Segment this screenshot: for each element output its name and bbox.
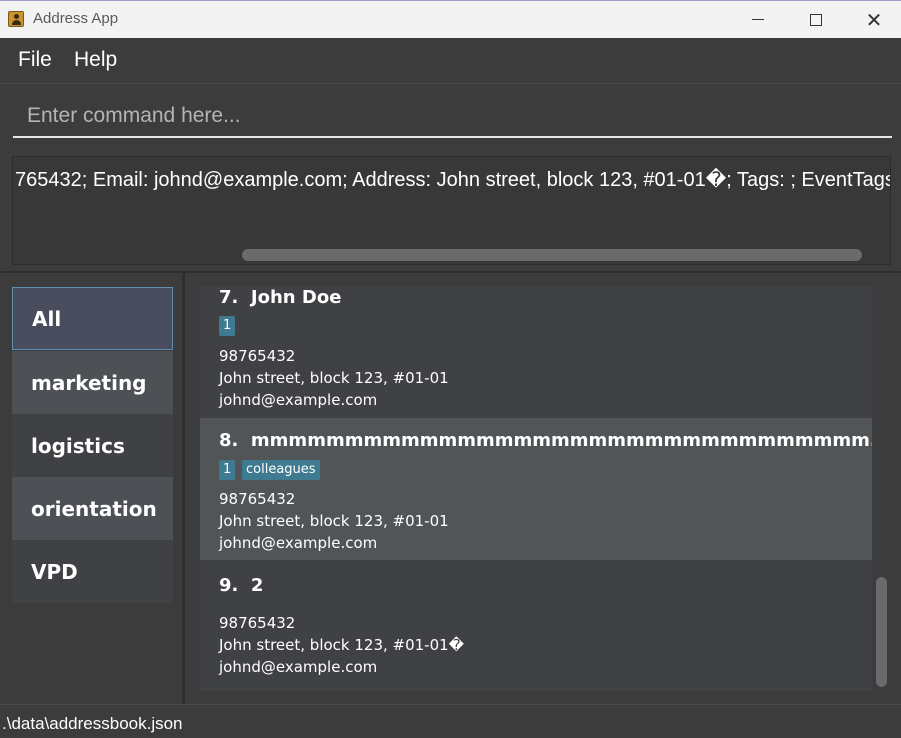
person-index: 7. [219,287,239,308]
category-label: marketing [31,370,147,395]
minimize-icon [752,19,764,20]
person-email: johnd@example.com [219,534,378,552]
category-sidebar: All marketing logistics orientation VPD [0,273,185,704]
category-label: All [32,306,62,331]
person-index: 8. [219,430,239,451]
person-index: 9. [219,575,239,596]
status-bar: .\data\addressbook.json [0,704,901,738]
maximize-icon [810,13,822,26]
category-orientation[interactable]: orientation [12,477,173,540]
main-panel: All marketing logistics orientation VPD … [0,273,901,704]
minimize-button[interactable] [729,1,787,38]
person-title: 7. John Doe [219,287,341,308]
person-title: 9. 2 [219,575,263,596]
app-icon [8,11,24,27]
person-title: 8. mmmmmmmmmmmmmmmmmmmmmmmmmmmmmmmmm... [219,430,872,451]
category-marketing[interactable]: marketing [12,351,173,414]
window-title: Address App [33,10,119,27]
category-label: logistics [31,433,125,458]
tag-badge: colleagues [242,460,320,480]
menu-file[interactable]: File [18,48,52,72]
person-name: mmmmmmmmmmmmmmmmmmmmmmmmmmmmmmmmm... [250,430,872,451]
person-name: John Doe [250,287,342,308]
menu-bar: File Help [0,38,901,84]
person-phone: 98765432 [219,490,296,508]
person-card[interactable]: 8. mmmmmmmmmmmmmmmmmmmmmmmmmmmmmmmmm... … [200,418,872,560]
maximize-button[interactable] [787,1,845,38]
person-email: johnd@example.com [219,658,378,676]
vertical-scrollbar[interactable] [876,577,887,687]
result-display: 765432; Email: johnd@example.com; Addres… [12,156,891,265]
result-text: 765432; Email: johnd@example.com; Addres… [15,169,891,191]
person-address: John street, block 123, #01-01� [219,636,465,654]
person-address: John street, block 123, #01-01 [219,369,449,387]
person-name: 2 [250,575,264,596]
person-email: johnd@example.com [219,391,378,409]
tag-badge: 1 [219,460,236,480]
tag-badge: 1 [219,316,236,336]
command-input[interactable] [13,96,892,138]
result-display-panel: 765432; Email: johnd@example.com; Addres… [0,148,901,273]
person-phone: 98765432 [219,614,296,632]
category-vpd[interactable]: VPD [12,540,173,603]
menu-help[interactable]: Help [74,48,117,72]
title-bar: Address App ✕ [0,0,901,38]
category-logistics[interactable]: logistics [12,414,173,477]
command-box [0,84,901,148]
person-card[interactable]: 9. 2 98765432 John street, block 123, #0… [200,560,872,691]
category-label: VPD [31,559,78,584]
person-list[interactable]: 7. John Doe 1 98765432 John street, bloc… [200,287,872,691]
person-card[interactable]: 7. John Doe 1 98765432 John street, bloc… [200,287,872,418]
close-icon: ✕ [865,7,883,32]
person-phone: 98765432 [219,347,296,365]
save-location: .\data\addressbook.json [2,714,183,733]
person-address: John street, block 123, #01-01 [219,512,449,530]
category-all[interactable]: All [12,287,173,350]
category-label: orientation [31,496,157,521]
close-button[interactable]: ✕ [845,1,901,38]
horizontal-scrollbar[interactable] [242,249,862,261]
